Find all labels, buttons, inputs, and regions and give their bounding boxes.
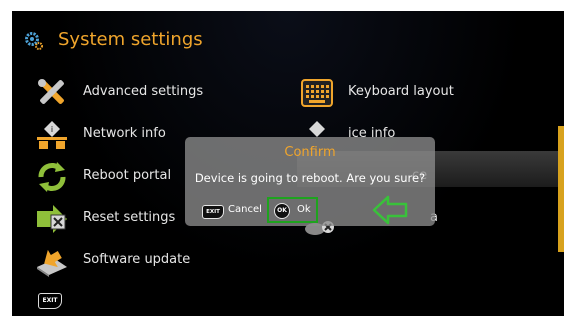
menu-item-label: Software update — [83, 252, 191, 267]
software-update-icon — [37, 249, 67, 277]
page-title: System settings — [58, 29, 203, 50]
dialog-title: Confirm — [284, 145, 336, 160]
scrollbar[interactable] — [558, 126, 564, 252]
menu-item-label: Reset settings — [83, 210, 176, 225]
ok-button[interactable]: OK Ok — [267, 197, 318, 223]
exit-key-icon[interactable]: EXIT — [38, 293, 62, 309]
reset-icon — [37, 205, 67, 233]
dialog-message: Device is going to reboot. Are you sure? — [194, 171, 426, 185]
cancel-label: Cancel — [228, 204, 262, 215]
cancel-button[interactable]: EXIT Cancel — [202, 198, 262, 224]
menu-item-label: Reboot portal — [83, 168, 172, 183]
network-icon: i — [37, 121, 67, 149]
menu-item-label: Network info — [83, 126, 166, 141]
exit-key-icon: EXIT — [202, 205, 224, 219]
tools-icon — [38, 79, 64, 104]
tv-screen: System settings Advanced settings i Netw… — [12, 11, 564, 316]
reboot-icon — [38, 162, 66, 192]
ok-label: Ok — [297, 204, 311, 215]
menu-item-label: Advanced settings — [83, 84, 204, 99]
arrow-left-icon — [372, 195, 408, 225]
svg-text:i: i — [51, 125, 53, 134]
keyboard-icon — [301, 79, 333, 107]
gear-icon — [25, 32, 43, 50]
menu-item-label: Keyboard layout — [348, 84, 454, 99]
ok-key-icon: OK — [274, 203, 290, 219]
